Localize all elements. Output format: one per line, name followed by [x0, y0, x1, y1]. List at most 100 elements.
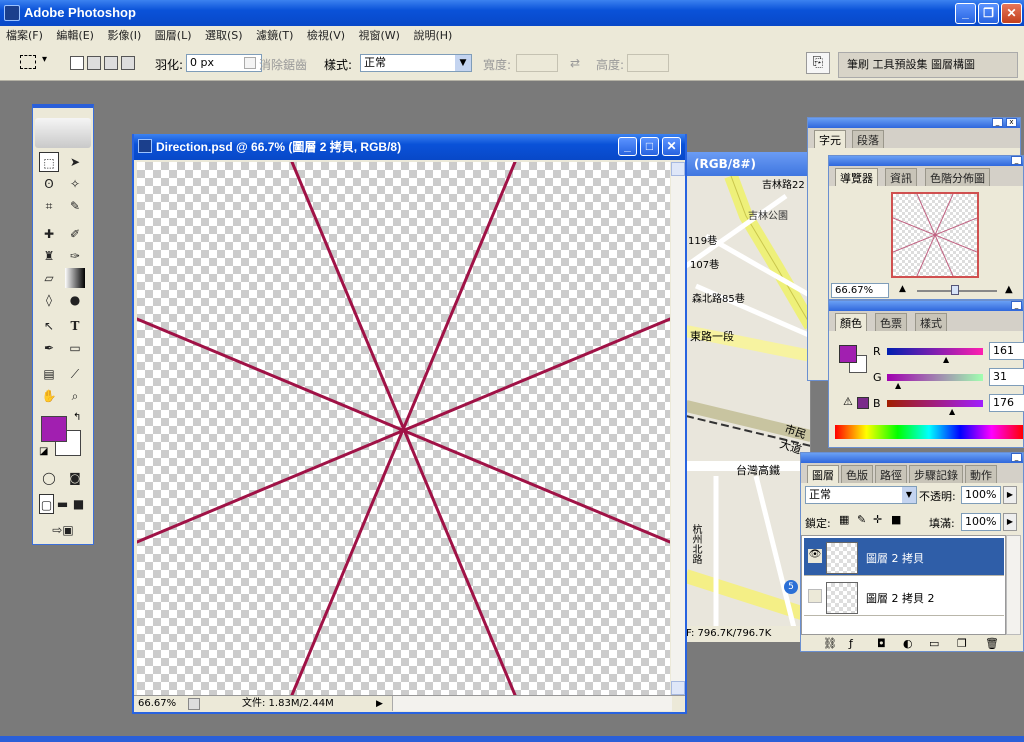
layer-name[interactable]: 圖層 2 拷貝	[866, 550, 924, 566]
status-menu-arrow-icon[interactable]: ▶	[376, 696, 383, 712]
quick-mask-mode-icon[interactable]: ◙	[65, 468, 85, 488]
new-layer-icon[interactable]: ❐	[957, 637, 967, 651]
width-input[interactable]	[516, 54, 558, 72]
add-mask-icon[interactable]: ◘	[877, 637, 886, 651]
eyedropper-tool-icon[interactable]: ⟋	[65, 364, 85, 384]
gamut-warning-icon[interactable]: ⚠	[843, 395, 853, 408]
chevron-down-icon[interactable]: ▼	[455, 55, 471, 71]
r-slider-thumb[interactable]: ▲	[943, 355, 949, 364]
clone-stamp-tool-icon[interactable]: ♜	[39, 246, 59, 266]
document-vertical-scrollbar[interactable]	[671, 162, 685, 695]
lock-all-icon[interactable]: ■	[891, 513, 901, 526]
status-options-icon[interactable]	[188, 698, 200, 710]
swap-colors-icon[interactable]: ↰	[73, 412, 81, 423]
rect-marquee-tool-icon[interactable]: ⬚	[39, 152, 59, 172]
navigator-zoom-slider-thumb[interactable]	[951, 285, 959, 295]
doc-close-button[interactable]: ✕	[662, 137, 681, 156]
color-foreground-swatch-top[interactable]	[839, 345, 857, 363]
lock-position-icon[interactable]: ✛	[873, 513, 882, 526]
blend-mode-chevron-icon[interactable]: ▼	[902, 487, 916, 503]
zoom-out-icon[interactable]: ▲	[899, 284, 906, 294]
doc-minimize-button[interactable]: _	[618, 137, 637, 156]
layers-panel-minimize-icon[interactable]: _	[1011, 453, 1022, 462]
tab-character[interactable]: 字元	[814, 130, 846, 148]
tab-histogram[interactable]: 色階分佈圖	[925, 168, 990, 186]
character-panel-close-icon[interactable]: x	[1006, 118, 1017, 127]
tab-swatches[interactable]: 色票	[875, 313, 907, 331]
menu-file[interactable]: 檔案(F)	[6, 29, 43, 42]
move-tool-icon[interactable]: ➤	[65, 152, 85, 172]
default-colors-icon[interactable]: ◪	[39, 446, 48, 457]
menu-window[interactable]: 視窗(W)	[359, 29, 400, 42]
doc-maximize-button[interactable]: □	[640, 137, 659, 156]
lasso-tool-icon[interactable]: ʘ	[39, 174, 59, 194]
color-panel-minimize-icon[interactable]: _	[1011, 301, 1022, 310]
g-slider[interactable]	[887, 374, 983, 381]
link-layers-icon[interactable]: ⛓	[823, 637, 837, 651]
tab-paragraph[interactable]: 段落	[852, 130, 884, 148]
b-slider[interactable]	[887, 400, 983, 407]
healing-brush-tool-icon[interactable]: ✚	[39, 224, 59, 244]
navigator-thumbnail[interactable]	[891, 192, 979, 278]
crop-tool-icon[interactable]: ⌗	[39, 196, 59, 216]
menu-edit[interactable]: 編輯(E)	[56, 29, 94, 42]
tab-paths[interactable]: 路徑	[875, 465, 907, 483]
tool-preset-dropdown-icon[interactable]: ▾	[42, 54, 47, 65]
brush-tool-icon[interactable]: ✐	[65, 224, 85, 244]
slice-tool-icon[interactable]: ✎	[65, 196, 85, 216]
palette-well-icon[interactable]: ⎘	[806, 52, 830, 74]
hand-tool-icon[interactable]: ✋	[39, 386, 59, 406]
opacity-arrow-icon[interactable]: ▶	[1003, 486, 1017, 504]
tab-channels[interactable]: 色版	[841, 465, 873, 483]
r-slider[interactable]	[887, 348, 983, 355]
notes-tool-icon[interactable]: ▤	[39, 364, 59, 384]
zoom-tool-icon[interactable]: ⌕	[65, 386, 85, 406]
zoom-in-icon[interactable]: ▲	[1005, 284, 1013, 295]
magic-wand-tool-icon[interactable]: ✧	[65, 174, 85, 194]
shape-tool-icon[interactable]: ▭	[65, 338, 85, 358]
layers-scrollbar[interactable]	[1006, 535, 1021, 635]
restore-button[interactable]: ❐	[978, 3, 999, 24]
new-group-icon[interactable]: ▭	[929, 637, 939, 651]
add-selection-icon[interactable]	[87, 56, 101, 70]
history-brush-tool-icon[interactable]: ✑	[65, 246, 85, 266]
tab-history[interactable]: 步驟記錄	[909, 465, 963, 483]
minimize-button[interactable]: _	[955, 3, 976, 24]
menu-help[interactable]: 說明(H)	[413, 29, 452, 42]
navigator-zoom-input[interactable]: 66.67%	[831, 283, 889, 298]
g-slider-thumb[interactable]: ▲	[895, 381, 901, 390]
layer-visibility-eye-icon[interactable]: 👁	[808, 549, 822, 563]
document-horizontal-scrollbar[interactable]	[392, 696, 672, 711]
b-input[interactable]: 176	[989, 394, 1024, 412]
lock-image-icon[interactable]: ✎	[857, 513, 866, 526]
document-zoom[interactable]: 66.67%	[138, 696, 176, 712]
standard-mode-icon[interactable]: ◯	[39, 468, 59, 488]
menu-layer[interactable]: 圖層(L)	[155, 29, 192, 42]
fill-input[interactable]: 100%	[961, 513, 1001, 531]
eraser-tool-icon[interactable]: ▱	[39, 268, 59, 288]
map-document-window[interactable]: (RGB/8#) 吉林路22 吉林公園 119巷 107巷 森北路85巷 東路一…	[686, 152, 811, 642]
style-select[interactable]: 正常 ▼	[360, 54, 472, 72]
layer-style-icon[interactable]: ƒ	[849, 637, 853, 651]
scroll-up-button[interactable]	[671, 162, 685, 176]
menu-select[interactable]: 選取(S)	[205, 29, 243, 42]
scroll-down-button[interactable]	[671, 681, 685, 695]
new-selection-icon[interactable]	[70, 56, 84, 70]
layer-row-1[interactable]: 👁 圖層 2 拷貝	[804, 538, 1004, 576]
layer-name[interactable]: 圖層 2 拷貝 2	[866, 590, 935, 606]
layer-visibility-toggle[interactable]	[808, 589, 822, 603]
tab-navigator[interactable]: 導覽器	[835, 168, 878, 186]
delete-layer-icon[interactable]: 🗑	[985, 637, 999, 651]
height-input[interactable]	[627, 54, 669, 72]
jump-to-imageready-icon[interactable]: ⇨▣	[43, 520, 83, 540]
foreground-color-swatch-top[interactable]	[41, 416, 67, 442]
character-panel-minimize-icon[interactable]: _	[992, 118, 1003, 127]
screen-mode-full-menu-icon[interactable]: ▬	[55, 494, 70, 514]
document-canvas[interactable]	[137, 162, 670, 695]
palette-well-tabs[interactable]: 筆刷 工具預設集 圖層構圖	[838, 52, 1018, 78]
close-button[interactable]: ✕	[1001, 3, 1022, 24]
dodge-tool-icon[interactable]: ●	[65, 290, 85, 310]
screen-mode-full-icon[interactable]: ■	[71, 494, 86, 514]
gamut-color-swatch[interactable]	[857, 397, 869, 409]
marquee-tool-icon[interactable]	[20, 55, 36, 69]
